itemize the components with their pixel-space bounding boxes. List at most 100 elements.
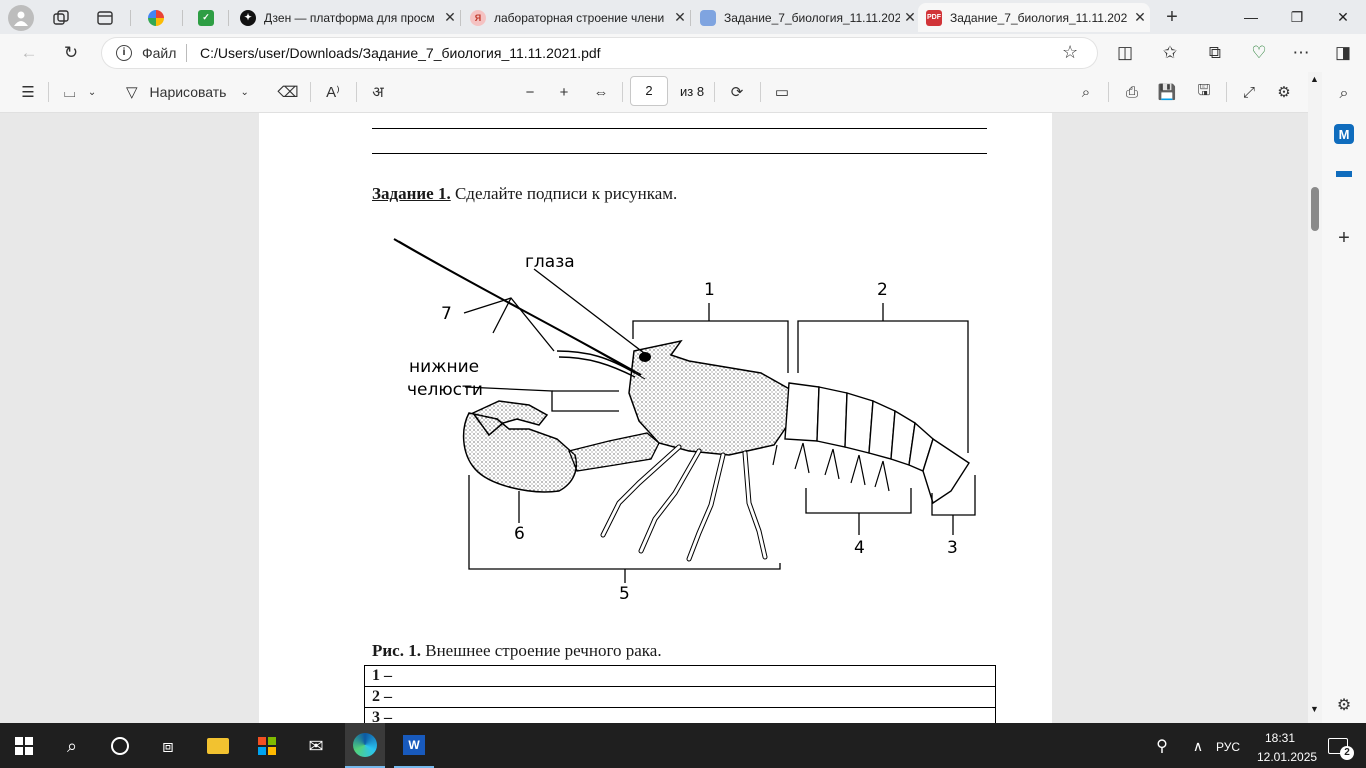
tab-leaf[interactable]: ✓ [190,3,226,32]
gear-icon: ⚙ [1336,697,1352,714]
erase-button[interactable]: ⌫ [276,80,300,104]
performance-button[interactable]: ♡ [1244,38,1274,68]
save-button[interactable]: 💾 [1155,80,1179,104]
start-button[interactable] [4,728,44,764]
translate-button[interactable]: अ [366,80,390,104]
chevron-up-icon: ∧ [1192,737,1204,754]
minus-icon: − [525,83,535,101]
zoom-in-button[interactable]: + [552,80,576,104]
close-window-button[interactable]: ✕ [1320,0,1366,34]
page-number-input[interactable]: 2 [630,76,668,106]
mail-icon: ✉ [308,735,324,756]
fullscreen-button[interactable]: ⤢ [1237,80,1261,104]
sidebar-toggle-button[interactable]: ◨ [1328,38,1358,68]
scrollbar[interactable]: ▲ ▼ [1308,72,1322,723]
fit-page-button[interactable]: ⇔ [589,80,613,104]
more-icon: ⋯ [1292,43,1310,62]
answer-cell[interactable]: 3 – [364,707,996,723]
restore-icon: ❐ [1290,8,1304,25]
edge-taskbar-button[interactable] [345,723,385,768]
clock-time[interactable]: 18:31 [1265,731,1295,745]
new-tab-button[interactable]: + [1160,5,1184,29]
workspaces-button[interactable] [50,7,72,29]
profile-avatar[interactable] [8,5,34,31]
answer-cell[interactable]: 1 – [364,665,996,687]
collections-button[interactable]: ⧉ [1200,38,1230,68]
cortana-button[interactable] [100,728,140,764]
tail-fan [922,437,970,505]
save-as-button[interactable]: 🖫 [1192,80,1216,104]
answer-cell[interactable]: 2 – [364,686,996,708]
mail-button[interactable]: ✉ [296,728,336,764]
highlight-button[interactable]: ⌴ ⌄ [58,80,102,104]
leaf-tab-icon: ✓ [198,9,214,26]
sidebar-app-m[interactable]: M [1329,119,1359,149]
scroll-down-icon[interactable]: ▼ [1310,704,1319,714]
tab-yandex[interactable]: Я лабораторная строение члени ✕ [462,3,690,32]
tab-actions-button[interactable] [94,7,116,29]
minimize-button[interactable]: — [1228,0,1274,34]
table-row: 1 – [364,665,996,687]
scroll-up-icon[interactable]: ▲ [1310,74,1319,84]
show-hidden-icons-button[interactable]: ∧ [1178,728,1218,764]
back-button[interactable]: ← [14,38,44,68]
page-view-button[interactable]: ▭ [770,80,794,104]
close-tab-icon[interactable]: ✕ [670,9,690,26]
split-screen-button[interactable]: ◫ [1110,38,1140,68]
address-field[interactable]: i Файл C:/Users/user/Downloads/Задание_7… [102,38,1097,68]
tab-title: Дзен — платформа для просм [264,10,435,25]
sidebar-search-button[interactable]: ⌕ [1329,79,1359,109]
find-button[interactable]: ⌕ [1074,80,1098,104]
task-view-icon: ⧈ [162,735,174,756]
vertical-tabs-icon [97,11,113,25]
tab-pdf-active[interactable]: PDF Задание_7_биология_11.11.202 ✕ [918,3,1150,32]
task-heading: Задание 1. [372,184,451,203]
settings-more-button[interactable]: ⋯ [1286,38,1316,68]
zoom-out-button[interactable]: − [518,80,542,104]
minimize-icon: — [1244,9,1258,25]
close-tab-icon[interactable]: ✕ [440,9,460,26]
label-4: 4 [854,538,865,558]
pdf-icon [700,9,716,26]
refresh-button[interactable]: ↻ [56,38,86,68]
close-tab-icon[interactable]: ✕ [1130,9,1150,26]
restore-button[interactable]: ❐ [1274,0,1320,34]
favorite-star-icon[interactable]: ☆ [1062,42,1078,63]
save-as-icon: 🖫 [1197,81,1211,99]
people-button[interactable]: ⚲ [1142,728,1182,764]
arrow-left-icon: ← [20,43,38,62]
tab-pdf-1[interactable]: Задание_7_биология_11.11.202 ✕ [692,3,920,32]
draw-button[interactable]: ▽ Нарисовать ⌄ [126,80,262,104]
print-button[interactable]: ⎙ [1120,80,1144,104]
contents-button[interactable]: ☰ [16,80,40,104]
pdf-settings-button[interactable]: ⚙ [1272,80,1296,104]
file-explorer-button[interactable] [198,728,238,764]
sidebar-add-button[interactable]: + [1329,223,1359,253]
tab-title: Задание_7_биология_11.11.202 [724,10,900,25]
answer-line [372,153,987,154]
chevron-down-icon: ⌄ [240,86,249,98]
store-button[interactable] [247,728,287,764]
close-tab-icon[interactable]: ✕ [900,9,920,26]
cortana-icon [111,737,129,755]
read-aloud-icon: A⁾ [326,84,340,101]
favorites-button[interactable]: ✩ [1155,38,1185,68]
clock-date[interactable]: 12.01.2025 [1257,750,1317,764]
taskbar-search-button[interactable]: ⌕ [52,728,92,764]
scroll-thumb[interactable] [1311,187,1319,231]
word-taskbar-button[interactable]: W [394,723,434,768]
draw-icon: ▽ [126,84,138,101]
tab-google[interactable] [140,3,176,32]
rotate-button[interactable]: ⟳ [725,80,749,104]
sidebar-app-vk[interactable] [1329,159,1359,189]
scheme-label: Файл [142,45,177,61]
task-view-button[interactable]: ⧈ [148,728,188,764]
pdf-page: Задание 1. Сделайте подписи к рисункам. [259,113,1052,723]
action-center-button[interactable]: 2 [1318,728,1358,764]
info-icon[interactable]: i [116,45,132,61]
language-indicator[interactable]: РУС [1216,740,1240,754]
sidebar-settings-button[interactable]: ⚙ [1329,690,1359,720]
tab-dzen[interactable]: ✦ Дзен — платформа для просм ✕ [232,3,460,32]
task-line: Задание 1. Сделайте подписи к рисункам. [372,184,677,204]
read-aloud-button[interactable]: A⁾ [320,80,346,104]
